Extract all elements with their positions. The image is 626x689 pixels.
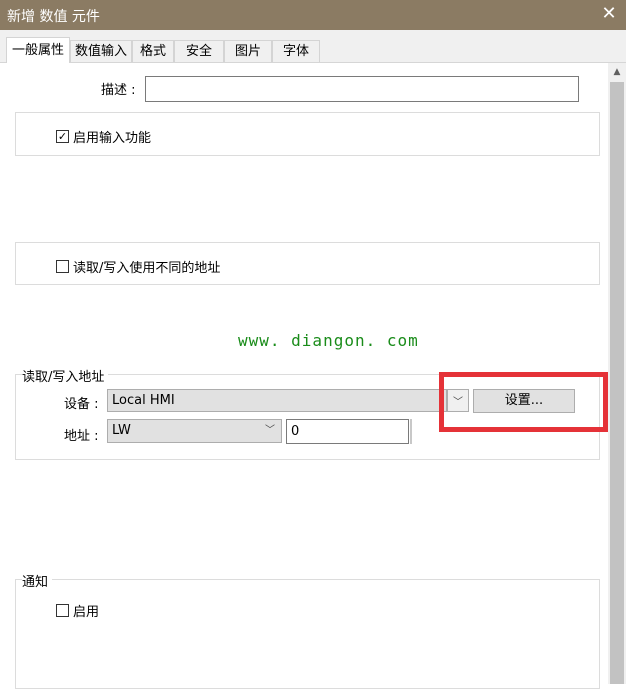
device-select[interactable]: Local HMI bbox=[107, 389, 447, 412]
description-input[interactable] bbox=[145, 76, 579, 102]
enable-input-row[interactable]: ✓ 启用输入功能 bbox=[56, 127, 151, 146]
notify-enable-label: 启用 bbox=[73, 605, 100, 620]
address-label: 地址 : bbox=[64, 429, 99, 444]
tab-numeric-input[interactable]: 数值输入 bbox=[70, 40, 132, 62]
device-value: Local HMI bbox=[112, 393, 175, 408]
rw-diff-address-checkbox[interactable] bbox=[56, 260, 69, 273]
enable-input-checkbox[interactable]: ✓ bbox=[56, 130, 69, 143]
description-label: 描述 : bbox=[101, 83, 136, 98]
notify-enable-row[interactable]: 启用 bbox=[56, 601, 99, 620]
device-label: 设备 : bbox=[64, 397, 99, 412]
scroll-up-icon[interactable]: ▲ bbox=[608, 63, 626, 81]
chevron-down-icon: ﹀ bbox=[265, 425, 275, 436]
highlight-box bbox=[439, 372, 608, 432]
title-bar: 新增 数值 元件 ✕ bbox=[0, 0, 626, 30]
address-type-value: LW bbox=[112, 423, 131, 438]
tab-picture[interactable]: 图片 bbox=[224, 40, 272, 62]
address-type-select[interactable]: LW ﹀ bbox=[107, 419, 282, 443]
tab-general[interactable]: 一般属性 bbox=[6, 37, 70, 63]
rw-diff-address-row[interactable]: 读取/写入使用不同的地址 bbox=[56, 257, 220, 276]
tab-format[interactable]: 格式 bbox=[132, 40, 174, 62]
watermark-text: www. diangon. com bbox=[238, 331, 419, 350]
address-input[interactable]: 0 bbox=[286, 419, 409, 444]
address-extra-field bbox=[410, 419, 412, 444]
notify-group-title: 通知 bbox=[22, 571, 53, 590]
tab-font[interactable]: 字体 bbox=[272, 40, 320, 62]
notify-group bbox=[15, 579, 600, 689]
rw-diff-address-label: 读取/写入使用不同的地址 bbox=[73, 261, 221, 276]
close-icon[interactable]: ✕ bbox=[599, 3, 619, 25]
rw-address-group-title: 读取/写入地址 bbox=[22, 366, 109, 385]
scrollbar-thumb[interactable] bbox=[610, 82, 624, 684]
window-title: 新增 数值 元件 bbox=[7, 9, 100, 25]
enable-input-label: 启用输入功能 bbox=[73, 131, 152, 146]
address-value: 0 bbox=[291, 424, 300, 439]
tab-security[interactable]: 安全 bbox=[174, 40, 224, 62]
notify-enable-checkbox[interactable] bbox=[56, 604, 69, 617]
